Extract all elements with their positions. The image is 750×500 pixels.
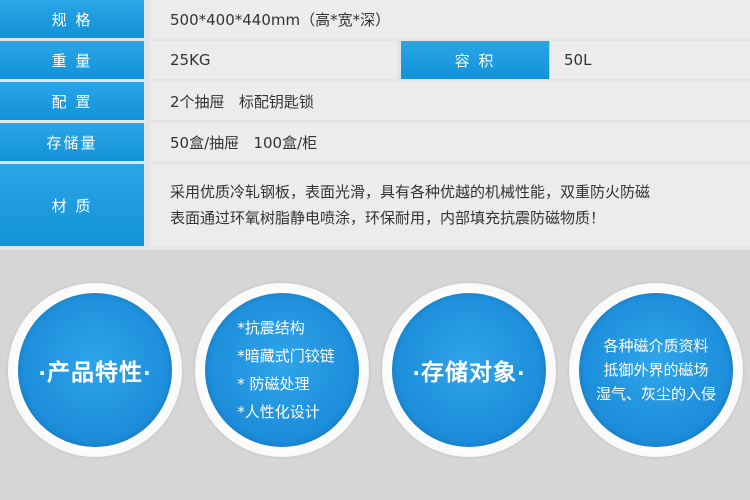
feature-item: *人性化设计 xyxy=(237,403,320,421)
dot-right: · xyxy=(517,361,526,385)
spec-label-config: 配 置 xyxy=(0,82,144,120)
storage-detail-text: 各种磁介质资料 抵御外界的磁场 湿气、灰尘的入侵 xyxy=(596,334,716,406)
feature-list: *抗震结构 *暗藏式门铰链 * 防磁处理 *人性化设计 xyxy=(229,314,335,426)
feature-item: *暗藏式门铰链 xyxy=(237,347,335,365)
dot-left: · xyxy=(38,361,47,385)
material-line-2: 表面通过环氧树脂静电喷涂，环保耐用，内部填充抗震防磁物质！ xyxy=(170,209,606,227)
storage-line: 抵御外界的磁场 xyxy=(603,361,709,379)
spec-value-size: 500*400*440mm（高*宽*深） xyxy=(150,0,750,38)
spec-row-size: 规 格 500*400*440mm（高*宽*深） xyxy=(0,0,750,38)
spec-value-material: 采用优质冷轧钢板，表面光滑，具有各种优越的机械性能，双重防火防磁 表面通过环氧树… xyxy=(150,164,750,246)
spec-row-material: 材 质 采用优质冷轧钢板，表面光滑，具有各种优越的机械性能，双重防火防磁 表面通… xyxy=(0,164,750,246)
feature-list-circle: *抗震结构 *暗藏式门铰链 * 防磁处理 *人性化设计 xyxy=(195,283,369,457)
storage-target-circle: ·存储对象· xyxy=(382,283,556,457)
spec-row-config: 配 置 2个抽屉 标配钥匙锁 xyxy=(0,82,750,120)
storage-detail-circle: 各种磁介质资料 抵御外界的磁场 湿气、灰尘的入侵 xyxy=(569,283,743,457)
spec-label-weight: 重 量 xyxy=(0,41,144,79)
spec-value-config: 2个抽屉 标配钥匙锁 xyxy=(150,82,750,120)
spec-value-storage: 50盒/抽屉 100盒/柜 xyxy=(150,123,750,161)
storage-line: 湿气、灰尘的入侵 xyxy=(595,385,716,403)
product-features-title: ·产品特性· xyxy=(38,360,152,386)
spec-row-weight-volume: 重 量 25KG 容 积 50L xyxy=(0,41,750,79)
material-line-1: 采用优质冷轧钢板，表面光滑，具有各种优越的机械性能，双重防火防磁 xyxy=(170,183,651,201)
dot-right: · xyxy=(143,361,152,385)
spec-row-storage: 存储量 50盒/抽屉 100盒/柜 xyxy=(0,123,750,161)
spec-value-volume: 50L xyxy=(549,41,750,79)
spec-value-weight: 25KG xyxy=(150,41,398,79)
product-features-circle: ·产品特性· xyxy=(8,283,182,457)
feature-item: * 防磁处理 xyxy=(237,375,310,393)
storage-line: 各种磁介质资料 xyxy=(603,337,709,355)
spec-table: 规 格 500*400*440mm（高*宽*深） 重 量 25KG 容 积 50… xyxy=(0,0,750,250)
feature-section: ·产品特性· *抗震结构 *暗藏式门铰链 * 防磁处理 *人性化设计 ·存储对象… xyxy=(0,255,750,500)
storage-target-title: ·存储对象· xyxy=(412,360,526,386)
spec-label-volume: 容 积 xyxy=(401,41,549,79)
spec-label-size: 规 格 xyxy=(0,0,144,38)
spec-label-storage: 存储量 xyxy=(0,123,144,161)
feature-item: *抗震结构 xyxy=(237,319,305,337)
spec-label-material: 材 质 xyxy=(0,164,144,246)
dot-left: · xyxy=(412,361,421,385)
